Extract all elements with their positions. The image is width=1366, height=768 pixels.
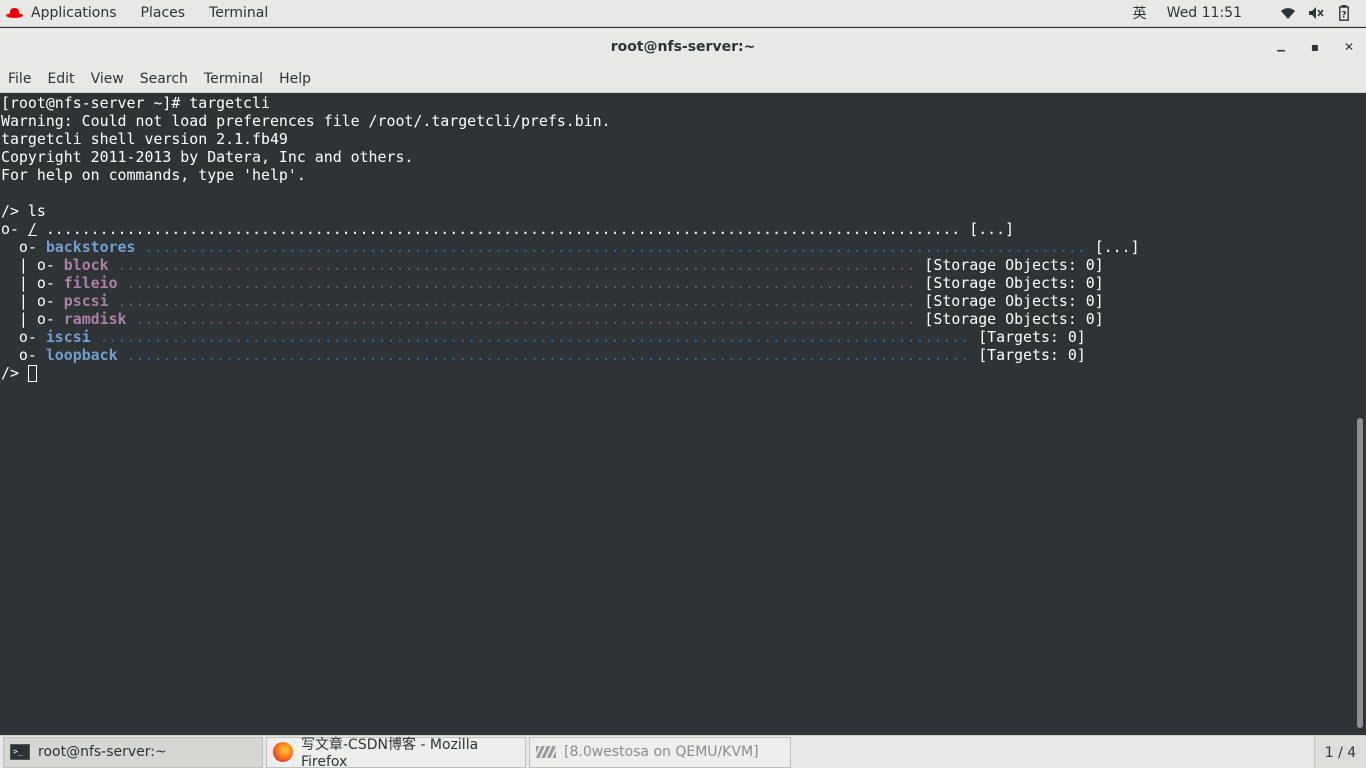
volume-muted-icon[interactable] bbox=[1308, 5, 1324, 21]
tree-node-status: [Storage Objects: 0] bbox=[924, 256, 1104, 274]
tree-node-name: fileio bbox=[63, 274, 118, 292]
text-cursor bbox=[27, 365, 37, 382]
tree-row-iscsi: o- iscsi ...............................… bbox=[0, 328, 1354, 346]
task-virt-manager[interactable]: [8.0westosa on QEMU/KVM] bbox=[529, 736, 791, 768]
terminal-line: [root@nfs-server ~]# targetcli bbox=[1, 94, 270, 112]
terminal-line: Copyright 2011-2013 by Datera, Inc and o… bbox=[1, 148, 414, 166]
tree-node-status: [Targets: 0] bbox=[978, 346, 1086, 364]
tree-node-name: block bbox=[63, 256, 109, 274]
terminal-line: For help on commands, type 'help'. bbox=[1, 166, 306, 184]
firefox-icon bbox=[273, 742, 293, 762]
tree-prefix: | o- bbox=[1, 310, 64, 328]
terminal-menubar: File Edit View Search Terminal Help bbox=[0, 65, 1366, 93]
wifi-icon[interactable] bbox=[1280, 5, 1296, 21]
tree-dots: ........................................… bbox=[90, 328, 979, 346]
battery-unknown-icon[interactable]: ? bbox=[1336, 5, 1352, 21]
terminal-line: targetcli shell version 2.1.fb49 bbox=[1, 130, 288, 148]
menu-edit[interactable]: Edit bbox=[39, 65, 82, 93]
close-icon: ✕ bbox=[1343, 39, 1355, 54]
tree-dots: ........................................… bbox=[36, 220, 970, 238]
tree-node-name: pscsi bbox=[63, 292, 109, 310]
tree-prefix: o- bbox=[1, 220, 28, 238]
svg-text:?: ? bbox=[1341, 11, 1346, 21]
clock[interactable]: Wed 11:51 bbox=[1161, 5, 1268, 21]
tree-prefix: o- bbox=[1, 346, 46, 364]
tree-node-status: [...] bbox=[1094, 238, 1140, 256]
tree-node-status: [Storage Objects: 0] bbox=[924, 292, 1104, 310]
prompt-line[interactable]: /> bbox=[0, 364, 1354, 382]
tree-node-name: / bbox=[27, 220, 37, 238]
tree-prefix: | o- bbox=[1, 256, 64, 274]
task-label: root@nfs-server:~ bbox=[38, 744, 167, 760]
task-label: [8.0westosa on QEMU/KVM] bbox=[564, 744, 759, 760]
places-menu[interactable]: Places bbox=[129, 0, 198, 27]
tree-row-fileio: | o- fileio ............................… bbox=[0, 274, 1354, 292]
tree-dots: ........................................… bbox=[117, 346, 979, 364]
window-title: root@nfs-server:~ bbox=[610, 38, 756, 55]
tree-dots: ........................................… bbox=[126, 310, 925, 328]
tree-prefix: o- bbox=[1, 328, 46, 346]
redhat-logo-icon bbox=[6, 7, 23, 19]
tree-node-name: ramdisk bbox=[63, 310, 127, 328]
minimize-button[interactable]: ▁ bbox=[1264, 28, 1298, 65]
menu-help[interactable]: Help bbox=[271, 65, 319, 93]
terminal-icon: >_ bbox=[10, 743, 30, 761]
tree-row-block: | o- block .............................… bbox=[0, 256, 1354, 274]
menu-view[interactable]: View bbox=[83, 65, 132, 93]
task-label: 写文章-CSDN博客 - Mozilla Firefox bbox=[301, 737, 479, 768]
tree-node-name: iscsi bbox=[45, 328, 91, 346]
tree-prefix: | o- bbox=[1, 274, 64, 292]
scrollbar-thumb[interactable] bbox=[1357, 418, 1363, 728]
tree-dots: ........................................… bbox=[108, 292, 925, 310]
terminal-output[interactable]: [root@nfs-server ~]# targetcli Warning: … bbox=[0, 94, 1354, 735]
terminal-app-menu[interactable]: Terminal bbox=[197, 0, 280, 27]
applications-menu[interactable]: Applications bbox=[0, 0, 129, 27]
terminal-line: Warning: Could not load preferences file… bbox=[1, 112, 611, 130]
workspace-indicator[interactable]: 1 / 4 bbox=[1314, 736, 1366, 768]
tree-row-loopback: o- loopback ............................… bbox=[0, 346, 1354, 364]
terminal-app-label: Terminal bbox=[209, 5, 269, 21]
tree-node-status: [Targets: 0] bbox=[978, 328, 1086, 346]
menu-terminal[interactable]: Terminal bbox=[196, 65, 271, 93]
tree-dots: ........................................… bbox=[117, 274, 925, 292]
tree-node-name: loopback bbox=[45, 346, 118, 364]
task-terminal[interactable]: >_ root@nfs-server:~ bbox=[3, 736, 263, 768]
task-firefox[interactable]: 写文章-CSDN博客 - Mozilla Firefox bbox=[266, 736, 526, 768]
maximize-button[interactable]: ▪ bbox=[1298, 28, 1332, 65]
window-list-taskbar: >_ root@nfs-server:~ 写文章-CSDN博客 - Mozill… bbox=[0, 735, 1366, 768]
close-button[interactable]: ✕ bbox=[1332, 28, 1366, 65]
tree-row-root: o- / ...................................… bbox=[0, 220, 1354, 238]
minimize-icon: ▁ bbox=[1277, 41, 1285, 52]
tree-row-backstores: o- backstores ..........................… bbox=[0, 238, 1354, 256]
places-label: Places bbox=[140, 5, 186, 21]
tree-dots: ........................................… bbox=[135, 238, 1095, 256]
applications-label: Applications bbox=[31, 5, 117, 21]
input-method-indicator[interactable]: 英 bbox=[1119, 3, 1161, 23]
tree-node-status: [Storage Objects: 0] bbox=[924, 274, 1104, 292]
tree-node-name: backstores bbox=[45, 238, 136, 256]
tree-row-ramdisk: | o- ramdisk ...........................… bbox=[0, 310, 1354, 328]
tree-dots: ........................................… bbox=[108, 256, 925, 274]
tree-row-pscsi: | o- pscsi .............................… bbox=[0, 292, 1354, 310]
tree-node-status: [Storage Objects: 0] bbox=[924, 310, 1104, 328]
shell-prompt: /> bbox=[1, 364, 28, 382]
top-panel: Applications Places Terminal 英 Wed 11:51… bbox=[0, 0, 1366, 27]
tree-node-status: [...] bbox=[969, 220, 1015, 238]
menu-search[interactable]: Search bbox=[132, 65, 196, 93]
window-titlebar[interactable]: root@nfs-server:~ ▁ ▪ ✕ bbox=[0, 28, 1366, 65]
virt-manager-icon bbox=[536, 743, 556, 761]
tree-prefix: o- bbox=[1, 238, 46, 256]
tree-prefix: | o- bbox=[1, 292, 64, 310]
maximize-icon: ▪ bbox=[1310, 39, 1320, 54]
terminal-scrollbar[interactable] bbox=[1354, 94, 1366, 735]
menu-file[interactable]: File bbox=[0, 65, 39, 93]
terminal-line: /> ls bbox=[1, 202, 46, 220]
